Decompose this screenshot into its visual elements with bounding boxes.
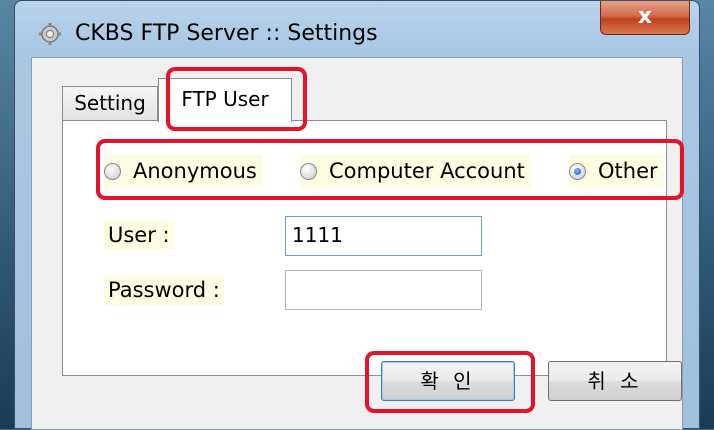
settings-window: CKBS FTP Server :: Settings x Setting FT… [14,0,700,430]
dialog-client-area: Setting FTP User Anonymous Computer Acco… [31,57,684,430]
radio-label: Other [598,159,658,183]
close-button[interactable]: x [600,1,690,35]
radio-other[interactable]: Other [569,154,664,188]
gear-icon [39,23,61,45]
user-label: User : [104,220,174,250]
radio-anonymous[interactable]: Anonymous [104,154,263,188]
tab-ftp-user[interactable]: FTP User [158,78,292,122]
window-title: CKBS FTP Server :: Settings [75,21,378,46]
radio-label: Computer Account [329,159,525,183]
ok-button[interactable]: 확 인 [381,361,515,401]
cancel-button[interactable]: 취 소 [548,361,682,401]
password-label: Password : [104,275,224,305]
user-input[interactable]: 1111 [285,216,482,256]
radio-button-icon [104,162,121,180]
close-icon: x [637,4,653,29]
password-input[interactable] [285,270,482,310]
radio-label: Anonymous [133,159,257,183]
radio-button-selected-icon [569,162,586,180]
radio-computer-account[interactable]: Computer Account [300,154,531,188]
title-bar[interactable]: CKBS FTP Server :: Settings x [15,1,699,63]
radio-button-icon [300,162,317,180]
tab-setting[interactable]: Setting [62,86,158,120]
